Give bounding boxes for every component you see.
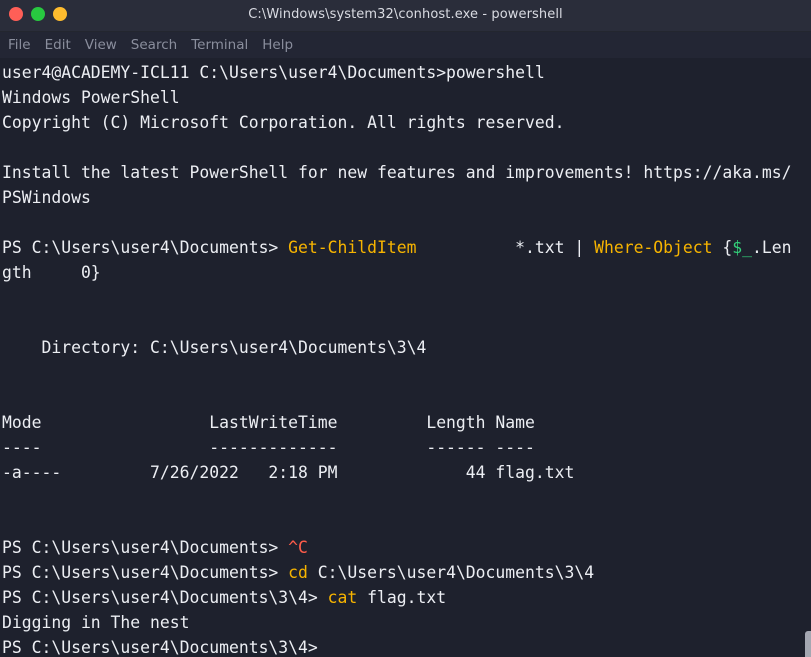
terminal-text-segment: gth 0} bbox=[2, 263, 101, 282]
terminal-line: PS C:\Users\user4\Documents\3\4> cat fla… bbox=[0, 585, 811, 610]
terminal-line: Install the latest PowerShell for new fe… bbox=[0, 160, 811, 185]
terminal-text-segment: Where-Object bbox=[594, 238, 713, 257]
terminal-text-segment: ^C bbox=[288, 538, 308, 557]
terminal-line: Directory: C:\Users\user4\Documents\3\4 bbox=[0, 335, 811, 360]
terminal-text-segment: flag.txt bbox=[357, 588, 447, 607]
menu-terminal[interactable]: Terminal bbox=[191, 37, 248, 53]
scrollbar-thumb[interactable] bbox=[805, 631, 811, 657]
terminal-text-segment: C:\Users\user4\Documents\3\4 bbox=[307, 563, 595, 582]
terminal-text-segment: cat bbox=[327, 588, 358, 607]
terminal-text-segment: PSWindows bbox=[2, 188, 91, 207]
menu-bar: File Edit View Search Terminal Help bbox=[0, 32, 811, 58]
terminal-text-segment: Windows PowerShell bbox=[2, 88, 180, 107]
terminal-text-segment: *.txt | bbox=[416, 238, 595, 257]
terminal-text-segment: Digging in The nest bbox=[2, 613, 190, 632]
terminal-text-segment: -a---- 7/26/2022 2:18 PM 44 flag.txt bbox=[2, 463, 575, 482]
terminal-line: Digging in The nest bbox=[0, 610, 811, 635]
terminal-line: user4@ACADEMY-ICL11 C:\Users\user4\Docum… bbox=[0, 60, 811, 85]
terminal-text-segment: ---- ------------- ------ ---- bbox=[2, 438, 535, 457]
menu-file[interactable]: File bbox=[8, 37, 31, 53]
terminal-text-segment: Install the latest PowerShell for new fe… bbox=[2, 163, 792, 182]
terminal-text-segment: .Len bbox=[752, 238, 792, 257]
title-bar[interactable]: C:\Windows\system32\conhost.exe - powers… bbox=[0, 0, 811, 32]
terminal-text-segment: PS C:\Users\user4\Documents\3\4> bbox=[2, 638, 328, 657]
terminal-text-segment: Mode LastWriteTime Length Name bbox=[2, 413, 535, 432]
menu-view[interactable]: View bbox=[85, 37, 117, 53]
window-title: C:\Windows\system32\conhost.exe - powers… bbox=[248, 7, 563, 22]
terminal-line: PS C:\Users\user4\Documents\3\4> bbox=[0, 635, 811, 657]
terminal-output[interactable]: user4@ACADEMY-ICL11 C:\Users\user4\Docum… bbox=[0, 59, 811, 657]
menu-help[interactable]: Help bbox=[262, 37, 293, 53]
terminal-line: Copyright (C) Microsoft Corporation. All… bbox=[0, 110, 811, 135]
terminal-line: gth 0} bbox=[0, 260, 811, 285]
terminal-window: C:\Windows\system32\conhost.exe - powers… bbox=[0, 0, 811, 657]
terminal-line: Windows PowerShell bbox=[0, 85, 811, 110]
terminal-text-segment: Get-ChildItem bbox=[288, 238, 417, 257]
terminal-line: ---- ------------- ------ ---- bbox=[0, 435, 811, 460]
terminal-line: PSWindows bbox=[0, 185, 811, 210]
terminal-line: PS C:\Users\user4\Documents> Get-ChildIt… bbox=[0, 235, 811, 260]
terminal-text-segment: PS C:\Users\user4\Documents> bbox=[2, 563, 289, 582]
terminal-line: PS C:\Users\user4\Documents> cd C:\Users… bbox=[0, 560, 811, 585]
terminal-line: -a---- 7/26/2022 2:18 PM 44 flag.txt bbox=[0, 460, 811, 485]
terminal-line: Mode LastWriteTime Length Name bbox=[0, 410, 811, 435]
terminal-text-segment: user4@ACADEMY-ICL11 C:\Users\user4\Docum… bbox=[2, 63, 545, 82]
terminal-text-segment: Copyright (C) Microsoft Corporation. All… bbox=[2, 113, 565, 132]
terminal-text-segment: PS C:\Users\user4\Documents> bbox=[2, 238, 289, 257]
terminal-text-segment: { bbox=[712, 238, 733, 257]
terminal-text-segment: cd bbox=[288, 563, 308, 582]
terminal-text-segment: PS C:\Users\user4\Documents> bbox=[2, 538, 289, 557]
terminal-line: PS C:\Users\user4\Documents> ^C bbox=[0, 535, 811, 560]
terminal-text-segment: $_ bbox=[732, 238, 753, 257]
menu-search[interactable]: Search bbox=[131, 37, 177, 53]
terminal-text-segment: PS C:\Users\user4\Documents\3\4> bbox=[2, 588, 328, 607]
menu-edit[interactable]: Edit bbox=[45, 37, 71, 53]
terminal-text-segment: Directory: C:\Users\user4\Documents\3\4 bbox=[2, 338, 427, 357]
